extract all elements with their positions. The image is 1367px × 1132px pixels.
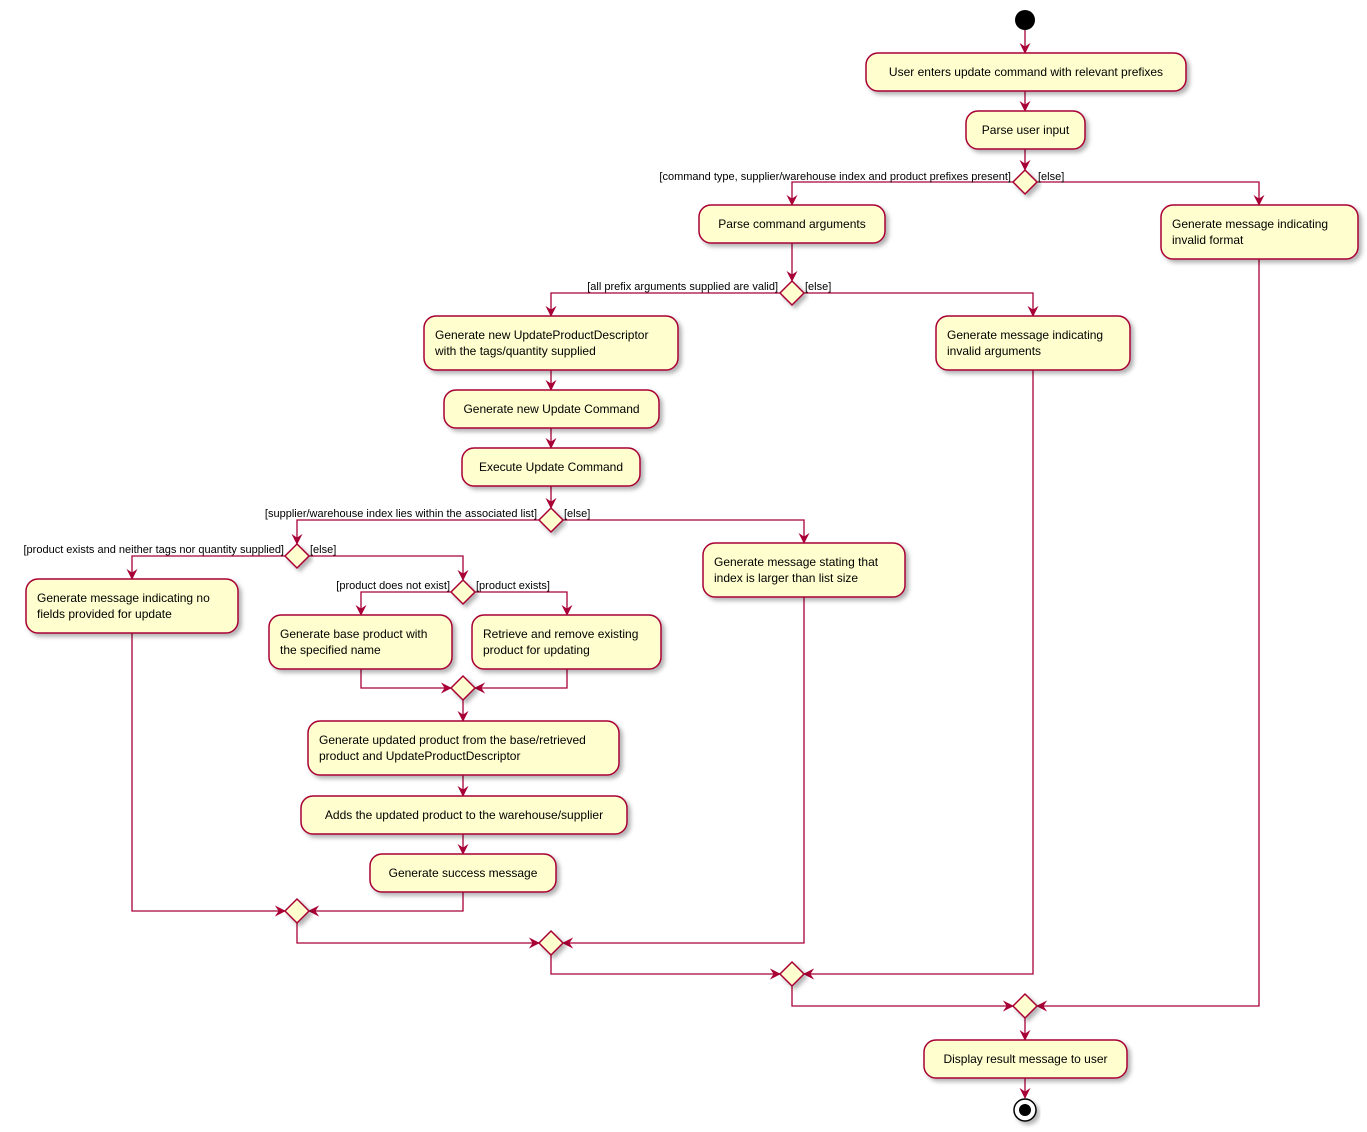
flow-edge — [296, 923, 540, 949]
activity-diagram: User enters update command with relevant… — [24, 10, 1359, 1122]
guard-no-tags-qty: [product exists and neither tags nor qua… — [24, 544, 285, 556]
activity-gen-descriptor: Generate new UpdateProductDescriptor with… — [423, 315, 679, 371]
activity-text: invalid format — [1172, 233, 1244, 247]
activity-text: the specified name — [280, 643, 381, 657]
activity-text: fields provided for update — [37, 607, 172, 621]
activity-text: product for updating — [483, 643, 590, 657]
activity-parse-args: Parse command arguments — [698, 204, 886, 244]
flow-edge — [1037, 181, 1265, 206]
start-node — [1015, 10, 1035, 30]
activity-text: Generate new UpdateProductDescriptor — [435, 328, 648, 342]
guard-else4: [else] — [310, 544, 336, 556]
decision-d1 — [1011, 168, 1039, 196]
activity-text: Generate updated product from the base/r… — [319, 733, 586, 747]
activity-success: Generate success message — [369, 853, 557, 893]
decision-d3 — [537, 506, 565, 534]
activity-text: Generate base product with — [280, 627, 427, 641]
activity-index-too-large: Generate message stating that index is la… — [702, 542, 906, 598]
flow-edge — [291, 519, 539, 545]
merge-m5 — [449, 674, 477, 702]
guard-else1: [else] — [1038, 171, 1064, 183]
flow-edge — [126, 555, 285, 580]
activity-user-enters: User enters update command with relevant… — [865, 52, 1187, 92]
activity-text: Generate message indicating — [947, 328, 1103, 342]
flow-edge — [131, 633, 286, 917]
activity-invalid-args: Generate message indicating invalid argum… — [935, 315, 1131, 371]
flow-edge — [355, 591, 451, 616]
activity-text: index is larger than list size — [714, 571, 858, 585]
flow-edge — [563, 519, 810, 544]
activity-text: User enters update command with relevant… — [889, 65, 1163, 79]
flow-edge — [791, 986, 1014, 1012]
activity-retrieve-product: Retrieve and remove existing product for … — [471, 614, 662, 670]
activity-text: Parse user input — [982, 123, 1070, 137]
flow-edge — [360, 669, 452, 694]
activity-gen-command: Generate new Update Command — [443, 389, 660, 429]
flow-edge — [475, 591, 573, 616]
guard-else2: [else] — [805, 281, 831, 293]
decision-d4 — [283, 542, 311, 570]
flow-edge — [474, 669, 568, 694]
guard-else3: [else] — [564, 508, 590, 520]
activity-exec-command: Execute Update Command — [461, 447, 641, 487]
activity-text: product and UpdateProductDescriptor — [319, 749, 520, 763]
flow-edge — [545, 292, 780, 317]
activity-text: Display result message to user — [943, 1052, 1107, 1066]
flow-edge — [804, 292, 1039, 317]
flow-edge — [803, 370, 1034, 980]
flow-edge — [309, 555, 469, 581]
activity-text: Generate message indicating no — [37, 591, 210, 605]
activity-text: invalid arguments — [947, 344, 1041, 358]
merge-m2 — [778, 960, 806, 988]
activity-base-product: Generate base product with the specified … — [268, 614, 453, 670]
guard-args-valid: [all prefix arguments supplied are valid… — [587, 281, 778, 293]
activity-text: Generate message indicating — [1172, 217, 1328, 231]
activity-display: Display result message to user — [923, 1039, 1128, 1079]
activity-text: Retrieve and remove existing — [483, 627, 638, 641]
activity-text: Generate new Update Command — [463, 402, 639, 416]
activity-updated-product: Generate updated product from the base/r… — [307, 720, 620, 776]
activity-text: with the tags/quantity supplied — [434, 344, 596, 358]
activity-text: Parse command arguments — [718, 217, 865, 231]
activity-invalid-format: Generate message indicating invalid forma… — [1160, 204, 1359, 260]
end-node — [1013, 1098, 1037, 1122]
activity-text: Generate message stating that — [714, 555, 879, 569]
activity-text: Generate success message — [389, 866, 538, 880]
merge-m4 — [283, 897, 311, 925]
activity-add-product: Adds the updated product to the warehous… — [300, 795, 628, 835]
guard-exists: [product exists] — [476, 580, 550, 592]
merge-m3 — [537, 929, 565, 957]
guard-prefixes-present: [command type, supplier/warehouse index … — [659, 171, 1011, 183]
flow-edge — [550, 955, 781, 980]
guard-not-exist: [product does not exist] — [336, 580, 450, 592]
activity-text: Adds the updated product to the warehous… — [325, 808, 603, 822]
flow-edge — [1036, 259, 1260, 1012]
activity-text: Execute Update Command — [479, 460, 623, 474]
activity-no-fields: Generate message indicating no fields pro… — [25, 578, 239, 634]
guard-index-within: [supplier/warehouse index lies within th… — [265, 508, 537, 520]
flow-edge — [308, 892, 464, 917]
merge-m1 — [1011, 992, 1039, 1020]
activity-parse-input: Parse user input — [965, 110, 1086, 150]
decision-d2 — [778, 279, 806, 307]
flow-edge — [786, 181, 1013, 206]
decision-d5 — [449, 578, 477, 606]
